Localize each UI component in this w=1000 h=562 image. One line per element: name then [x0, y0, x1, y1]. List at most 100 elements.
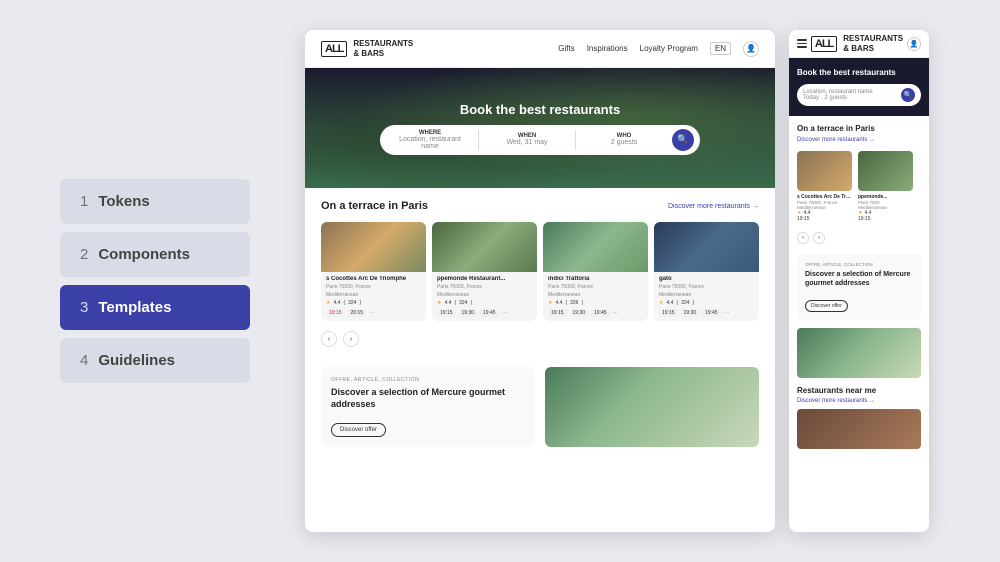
menu-line — [797, 46, 807, 48]
mobile-content: On a terrace in Paris Discover more rest… — [789, 116, 929, 456]
mobile-nearby-link[interactable]: Discover more restaurants → — [797, 398, 921, 404]
time-badge[interactable]: 19:30 — [459, 309, 478, 317]
card-location: Paris 75000, France — [659, 284, 754, 290]
hero-content: Book the best restaurants WHERE Location… — [380, 102, 700, 155]
time-badge[interactable]: 20:15 — [348, 309, 367, 317]
nav-loyalty[interactable]: Loyalty Program — [640, 44, 698, 53]
next-page-button[interactable]: › — [343, 331, 359, 347]
card-image — [432, 222, 537, 272]
mobile-logo: ALL RESTAURANTS & BARS — [811, 34, 903, 53]
time-badge[interactable]: 19:45 — [591, 309, 610, 317]
site-nav: Gifts Inspirations Loyalty Program EN 👤 — [558, 41, 759, 57]
sidebar-item-tokens[interactable]: 1 Tokens — [60, 179, 250, 224]
nav-lang[interactable]: EN — [710, 42, 731, 55]
mobile-prev-page-button[interactable]: ‹ — [797, 232, 809, 244]
star-icon: ★ — [437, 300, 441, 306]
card-image — [543, 222, 648, 272]
sidebar-item-label: Tokens — [98, 193, 149, 210]
card-body: gato Paris 75000, France Mediterranean ★… — [654, 272, 759, 321]
card-location: Paris 75000, France — [326, 284, 421, 290]
card-type: Mediterranean — [326, 292, 421, 298]
mobile-next-page-button[interactable]: › — [813, 232, 825, 244]
desktop-preview: ALL RESTAURANTS & BARS Gifts Inspiration… — [305, 30, 775, 532]
time-badge[interactable]: 19:15 — [437, 309, 456, 317]
sidebar-item-components[interactable]: 2 Components — [60, 232, 250, 277]
more-times-button[interactable]: ··· — [724, 310, 730, 316]
card-location: Paris 75000, France — [437, 284, 532, 290]
card-times: 19:15 19:30 19:45 ··· — [659, 309, 754, 317]
sidebar-item-label: Components — [98, 246, 190, 263]
sidebar-item-num: 3 — [80, 299, 88, 316]
promo-section: OFFRE, ARTICLE, COLLECTION Discover a se… — [305, 359, 775, 455]
search-where-value[interactable]: Location, restaurant name — [390, 136, 470, 150]
card-image — [321, 222, 426, 272]
sidebar-item-templates[interactable]: 3 Templates — [60, 285, 250, 330]
nav-gifts[interactable]: Gifts — [558, 44, 574, 53]
search-where-field: WHERE Location, restaurant name — [390, 130, 470, 150]
sidebar-item-num: 2 — [80, 246, 88, 263]
menu-icon[interactable] — [797, 39, 807, 48]
sidebar-item-num: 1 — [80, 193, 88, 210]
mobile-user-icon[interactable]: 👤 — [907, 37, 921, 51]
promo-title: Discover a selection of Mercure gourmet … — [331, 387, 525, 410]
mobile-hero-title: Book the best restaurants — [797, 68, 921, 78]
card-type: Mediterranean — [437, 292, 532, 298]
time-badge[interactable]: 19:15 — [548, 309, 567, 317]
mobile-promo-title: Discover a selection of Mercure gourmet … — [805, 270, 913, 288]
search-who-value[interactable]: 2 guests — [584, 139, 664, 146]
mobile-search-button[interactable]: 🔍 — [901, 88, 915, 102]
nav-user-icon[interactable]: 👤 — [743, 41, 759, 57]
promo-card: OFFRE, ARTICLE, COLLECTION Discover a se… — [321, 367, 535, 447]
more-times-button[interactable]: ··· — [502, 310, 508, 316]
logo-text: RESTAURANTS & BARS — [353, 39, 413, 58]
card-type: Mediterranean — [548, 292, 643, 298]
mobile-promo-card: OFFRE, ARTICLE, COLLECTION Discover a se… — [797, 254, 921, 319]
preview-container: ALL RESTAURANTS & BARS Gifts Inspiration… — [305, 30, 985, 532]
search-when-field: WHEN Wed, 31 may — [487, 133, 567, 146]
promo-tag: OFFRE, ARTICLE, COLLECTION — [331, 377, 525, 383]
mobile-search-bar: Location, restaurant name Today · 2 gues… — [797, 84, 921, 106]
search-who-field: WHO 2 guests — [584, 133, 664, 146]
nav-inspirations[interactable]: Inspirations — [587, 44, 628, 53]
section-title: On a terrace in Paris — [321, 200, 428, 212]
sidebar: 1 Tokens 2 Components 3 Templates 4 Guid… — [60, 179, 250, 383]
time-badge[interactable]: 19:45 — [480, 309, 499, 317]
mobile-header: ALL RESTAURANTS & BARS 👤 — [789, 30, 929, 58]
time-badge[interactable]: 19:30 — [681, 309, 700, 317]
time-badge[interactable]: 19:45 — [702, 309, 721, 317]
menu-line — [797, 39, 807, 41]
more-times-button[interactable]: ··· — [369, 310, 375, 316]
mobile-nearby-image — [797, 409, 921, 449]
mobile-card-time: 19:15 — [797, 216, 852, 222]
logo-mark: ALL — [321, 41, 347, 57]
time-badge[interactable]: 19:15 — [326, 309, 345, 317]
mobile-section-title: On a terrace in Paris — [797, 124, 921, 133]
search-divider — [478, 130, 479, 150]
search-when-value[interactable]: Wed, 31 may — [487, 139, 567, 146]
time-badge[interactable]: 19:15 — [659, 309, 678, 317]
discover-offer-button[interactable]: Discover offer — [331, 423, 386, 437]
terrace-section: On a terrace in Paris Discover more rest… — [305, 188, 775, 359]
card-location: Paris 75000, France — [548, 284, 643, 290]
mobile-discover-link[interactable]: Discover more restaurants → — [797, 137, 921, 143]
card-body: s Cocottes Arc De Triomphe Paris 75000, … — [321, 272, 426, 321]
mobile-hero: Book the best restaurants Location, rest… — [789, 58, 929, 116]
more-times-button[interactable]: ··· — [613, 310, 619, 316]
sidebar-item-label: Guidelines — [98, 352, 175, 369]
card-image — [654, 222, 759, 272]
card-rating: ★ 4.4 (326) — [548, 300, 643, 306]
mobile-search-datetime[interactable]: Today · 2 guests — [803, 95, 897, 101]
prev-page-button[interactable]: ‹ — [321, 331, 337, 347]
restaurant-cards-grid: s Cocottes Arc De Triomphe Paris 75000, … — [321, 222, 759, 321]
search-divider-2 — [575, 130, 576, 150]
mobile-promo-tag: OFFRE, ARTICLE, COLLECTION — [805, 262, 913, 267]
list-item: ppemonde... Paris 7500 Mediterranean ★ 4… — [858, 151, 913, 222]
sidebar-item-guidelines[interactable]: 4 Guidelines — [60, 338, 250, 383]
time-badge[interactable]: 19:30 — [570, 309, 589, 317]
star-icon: ★ — [326, 300, 330, 306]
star-icon: ★ — [659, 300, 663, 306]
discover-more-link[interactable]: Discover more restaurants → — [668, 203, 759, 210]
mobile-discover-offer-button[interactable]: Discover offer — [805, 300, 848, 312]
search-button[interactable]: 🔍 — [672, 129, 694, 151]
mobile-nearby-title: Restaurants near me — [797, 386, 921, 395]
